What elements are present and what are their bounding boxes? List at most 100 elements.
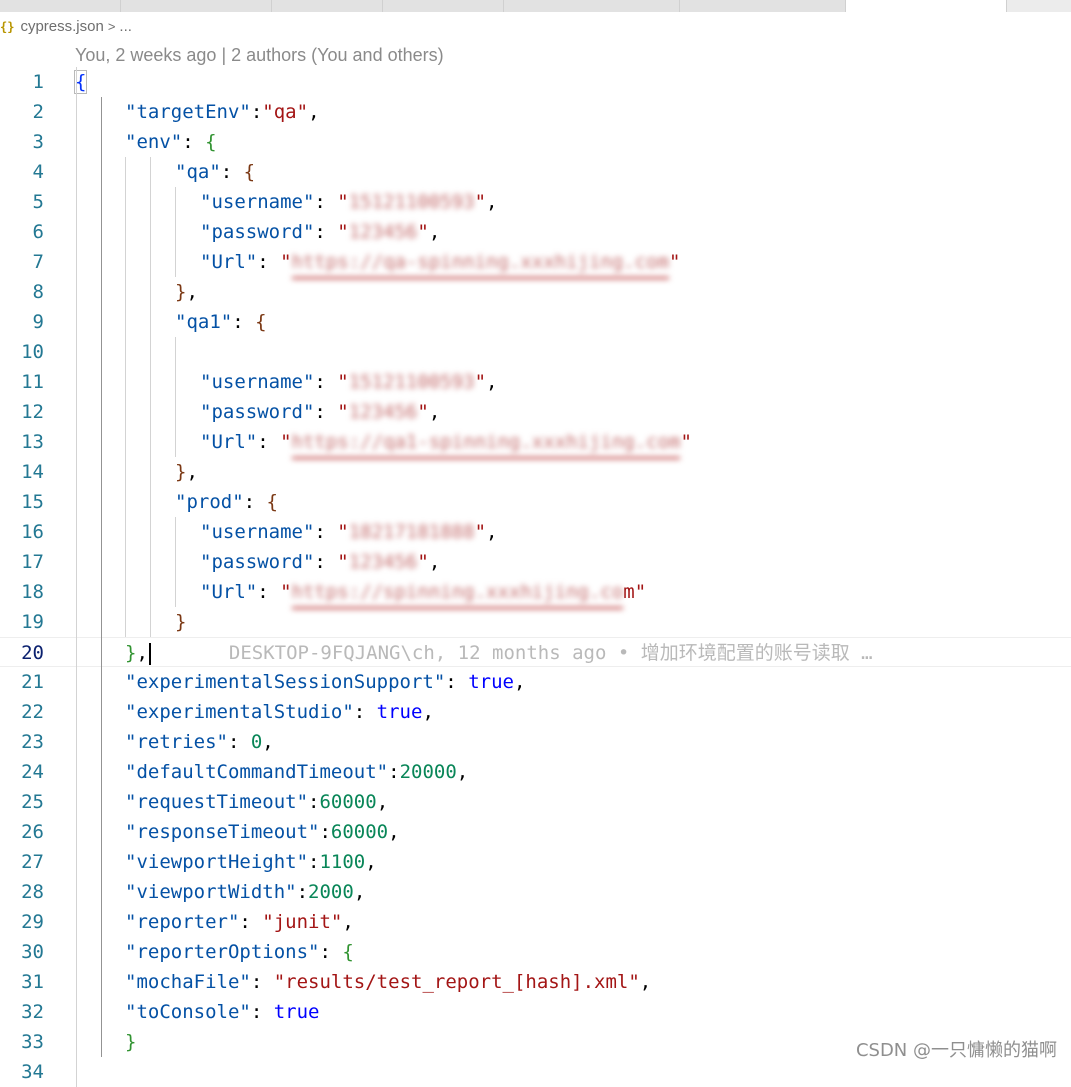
editor-tab[interactable] <box>680 0 846 12</box>
editor-tab[interactable] <box>121 0 272 12</box>
line-number[interactable]: 31 <box>0 967 44 997</box>
line-number[interactable]: 24 <box>0 757 44 787</box>
line-number[interactable]: 7 <box>0 247 44 277</box>
code-line[interactable]: 18 "Url": "https://spinning.xxxhijing.com… <box>0 577 1071 609</box>
editor-tab[interactable] <box>272 0 383 12</box>
redacted-value: 18217181888 <box>348 521 475 543</box>
line-number[interactable]: 10 <box>0 337 44 367</box>
code-line[interactable]: 11 "username": "15121100593", <box>0 367 1071 397</box>
code-line[interactable]: 28 "viewportWidth":2000, <box>0 877 1071 907</box>
code-line[interactable]: 23 "retries": 0, <box>0 727 1071 757</box>
token-key: "viewportHeight" <box>125 851 309 873</box>
line-number[interactable]: 32 <box>0 997 44 1027</box>
line-number[interactable]: 27 <box>0 847 44 877</box>
line-number[interactable]: 26 <box>0 817 44 847</box>
editor-tab[interactable] <box>504 0 680 12</box>
code-line[interactable]: 3 "env": { <box>0 127 1071 157</box>
code-line[interactable]: 27 "viewportHeight":1100, <box>0 847 1071 877</box>
line-number[interactable]: 19 <box>0 607 44 637</box>
token-key: "username" <box>200 191 315 213</box>
breadcrumb-symbol[interactable]: ... <box>119 14 132 40</box>
line-number[interactable]: 13 <box>0 427 44 457</box>
line-number[interactable]: 20 <box>0 638 44 668</box>
token-str: " <box>474 371 487 393</box>
token-pun: : <box>182 131 206 153</box>
code-line[interactable]: 32 "toConsole": true <box>0 997 1071 1027</box>
line-number[interactable]: 25 <box>0 787 44 817</box>
code-line[interactable]: 22 "experimentalStudio": true, <box>0 697 1071 727</box>
code-line[interactable]: 29 "reporter": "junit", <box>0 907 1071 937</box>
code-line[interactable]: 20}, DESKTOP-9FQJANG\ch, 12 months ago • … <box>0 637 1071 667</box>
line-number[interactable]: 29 <box>0 907 44 937</box>
line-number[interactable]: 15 <box>0 487 44 517</box>
token-pun: : <box>314 551 338 573</box>
code-line[interactable]: 25 "requestTimeout":60000, <box>0 787 1071 817</box>
line-number[interactable]: 5 <box>0 187 44 217</box>
code-line[interactable]: 12 "password": "123456", <box>0 397 1071 427</box>
line-number[interactable]: 34 <box>0 1057 44 1087</box>
code-line[interactable]: 4 "qa": { <box>0 157 1071 187</box>
line-number[interactable]: 1 <box>0 67 44 97</box>
code-line[interactable]: 24 "defaultCommandTimeout":20000, <box>0 757 1071 787</box>
line-number[interactable]: 3 <box>0 127 44 157</box>
line-number[interactable]: 18 <box>0 577 44 607</box>
code-line[interactable]: 7 "Url": "https://qa-spinning.xxxhijing.c… <box>0 247 1071 279</box>
line-number[interactable]: 2 <box>0 97 44 127</box>
line-number[interactable]: 17 <box>0 547 44 577</box>
code-line[interactable]: 1{ <box>0 67 1071 97</box>
line-number[interactable]: 9 <box>0 307 44 337</box>
line-number[interactable]: 33 <box>0 1027 44 1057</box>
line-number[interactable]: 28 <box>0 877 44 907</box>
token-key: "Url" <box>200 431 258 453</box>
token-pun: : <box>353 701 377 723</box>
code-line[interactable]: 13 "Url": "https://qa1-spinning.xxxhijing… <box>0 427 1071 459</box>
code-line[interactable]: 5 "username": "15121100593", <box>0 187 1071 217</box>
code-line[interactable]: 15 "prod": { <box>0 487 1071 517</box>
line-number[interactable]: 21 <box>0 667 44 697</box>
code-line[interactable]: 30 "reporterOptions": { <box>0 937 1071 967</box>
code-line[interactable]: 9 "qa1": { <box>0 307 1071 337</box>
line-number[interactable]: 11 <box>0 367 44 397</box>
breadcrumb-file[interactable]: cypress.json <box>20 14 103 40</box>
inline-blame[interactable]: DESKTOP-9FQJANG\ch, 12 months ago • 增加环境… <box>229 642 873 664</box>
line-number[interactable]: 8 <box>0 277 44 307</box>
code-line[interactable]: 16 "username": "18217181888", <box>0 517 1071 547</box>
code-line[interactable]: 17 "password": "123456", <box>0 547 1071 577</box>
editor-tab-active[interactable] <box>846 0 1007 12</box>
code-text: "password": "123456", <box>200 217 440 247</box>
code-line[interactable]: 26 "responseTimeout":60000, <box>0 817 1071 847</box>
token-pun: , <box>428 401 441 423</box>
token-pun: , <box>428 221 441 243</box>
line-number[interactable]: 16 <box>0 517 44 547</box>
code-line[interactable]: 21 "experimentalSessionSupport": true, <box>0 667 1071 697</box>
indent-guide <box>175 337 176 457</box>
token-key: "username" <box>200 371 315 393</box>
token-pun: : <box>314 401 338 423</box>
token-key: "viewportWidth" <box>125 881 297 903</box>
code-line[interactable]: 6 "password": "123456", <box>0 217 1071 247</box>
line-number[interactable]: 30 <box>0 937 44 967</box>
code-line[interactable]: 31 "mochaFile": "results/test_report_[has… <box>0 967 1071 997</box>
line-number[interactable]: 14 <box>0 457 44 487</box>
git-blame-codelens[interactable]: You, 2 weeks ago | 2 authors (You and ot… <box>75 42 444 68</box>
code-line[interactable]: 14}, <box>0 457 1071 487</box>
line-number[interactable]: 4 <box>0 157 44 187</box>
token-str: " <box>417 551 429 573</box>
token-pun: , <box>342 911 354 933</box>
line-number[interactable]: 22 <box>0 697 44 727</box>
line-number[interactable]: 6 <box>0 217 44 247</box>
code-line[interactable]: 19} <box>0 607 1071 637</box>
token-str: " <box>337 191 349 213</box>
editor-tab[interactable] <box>0 0 121 12</box>
token-key: "responseTimeout" <box>125 821 320 843</box>
token-pun: : <box>257 431 281 453</box>
line-number[interactable]: 12 <box>0 397 44 427</box>
line-number[interactable]: 23 <box>0 727 44 757</box>
editor-tab[interactable] <box>383 0 504 12</box>
code-text: "toConsole": true <box>125 997 320 1027</box>
token-key: "toConsole" <box>125 1001 251 1023</box>
code-line[interactable]: 8}, <box>0 277 1071 307</box>
code-line[interactable]: 10 <box>0 337 1071 367</box>
token-pun: , <box>353 881 366 903</box>
code-line[interactable]: 2 "targetEnv":"qa", <box>0 97 1071 127</box>
